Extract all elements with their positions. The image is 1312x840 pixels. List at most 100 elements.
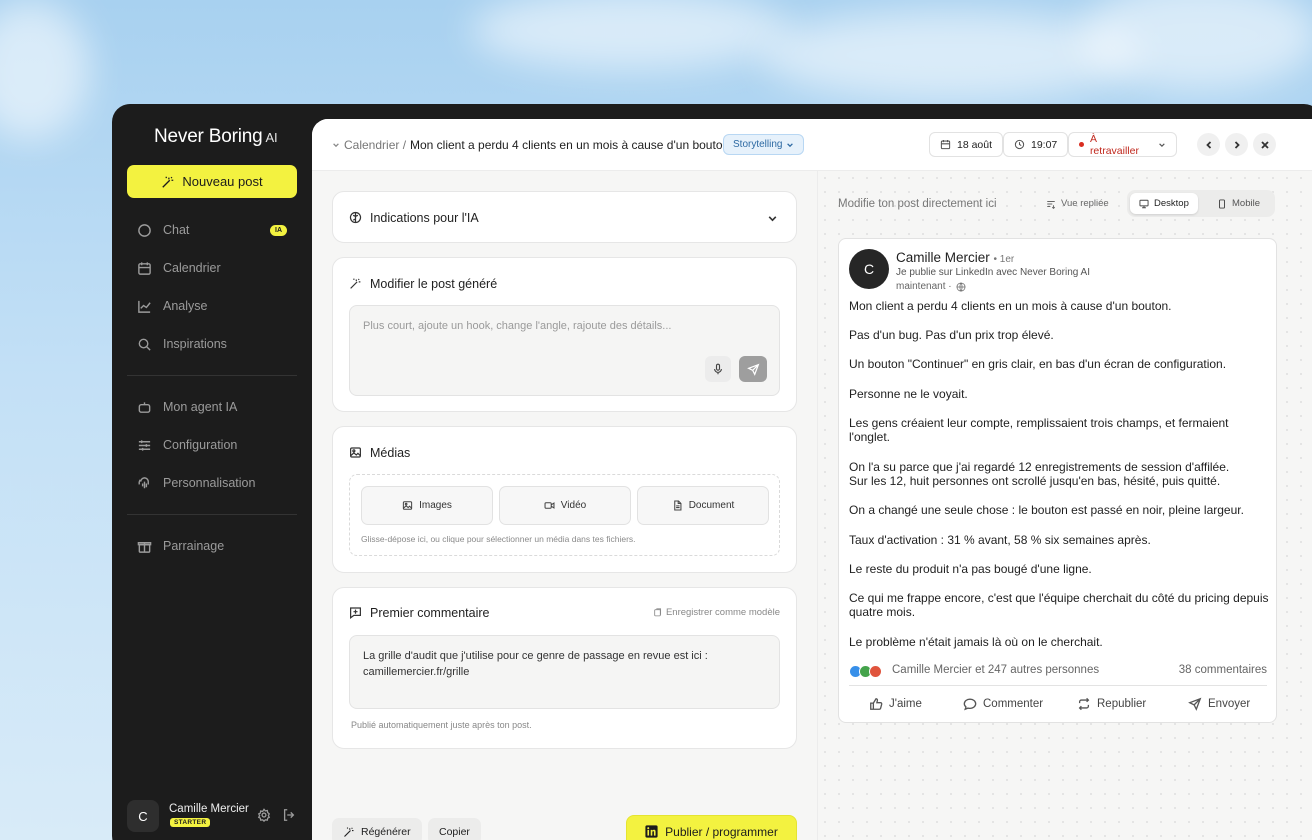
monitor-icon	[1139, 199, 1149, 208]
collapse-icon	[1047, 200, 1056, 209]
desktop-option[interactable]: Desktop	[1130, 193, 1198, 214]
sidebar: Never Boring AI Nouveau post Chat IA Cale…	[112, 104, 312, 840]
add-video-button[interactable]: Vidéo	[499, 486, 631, 525]
post-paragraph: Un bouton "Continuer" en gris clair, en …	[849, 357, 1227, 372]
post-paragraph: Le reste du produit n'a pas bougé d'une …	[849, 561, 1092, 576]
image-icon	[402, 501, 413, 510]
top-bar: Calendrier / Mon client a perdu 4 client…	[312, 119, 1312, 171]
sidebar-item-analytics[interactable]: Analyse	[137, 294, 287, 318]
post-paragraph: Ce qui me frappe encore, c'est que l'équ…	[849, 590, 1269, 620]
love-reaction-icon	[869, 665, 882, 678]
status-dot	[1079, 142, 1084, 147]
media-dropzone[interactable]: Images Vidéo Document Glisse-dépose ici,…	[349, 474, 780, 556]
thumbs-up-icon	[870, 698, 883, 710]
save-as-template-button[interactable]: Enregistrer comme modèle	[653, 607, 780, 618]
post-body[interactable]: Mon client a perdu 4 clients en un mois …	[849, 299, 1271, 664]
sidebar-item-inspirations[interactable]: Inspirations	[137, 332, 287, 356]
app-window: Never Boring AI Nouveau post Chat IA Cale…	[112, 104, 1312, 840]
post-paragraph: Pas d'un bug. Pas d'un prix trop élevé.	[849, 328, 1054, 343]
magic-wand-icon	[162, 176, 174, 188]
preview-column: Modifie ton post directement ici Vue rep…	[817, 171, 1312, 840]
calendar-icon	[940, 140, 951, 150]
date-picker[interactable]: 18 août	[929, 132, 1004, 157]
comment-button[interactable]: Commenter	[963, 697, 1043, 711]
post-paragraph: Les gens créaient leur compte, remplissa…	[849, 415, 1229, 445]
first-comment-input[interactable]: La grille d'audit que j'utilise pour ce …	[349, 635, 780, 709]
globe-icon	[956, 282, 966, 291]
reaction-icons	[849, 665, 889, 679]
new-post-button[interactable]: Nouveau post	[127, 165, 297, 198]
sidebar-item-referral[interactable]: Parrainage	[137, 534, 287, 558]
close-button[interactable]	[1253, 133, 1276, 156]
send-icon	[1188, 697, 1202, 711]
ia-badge: IA	[270, 224, 287, 236]
post-type-tag[interactable]: Storytelling	[723, 134, 805, 155]
sidebar-item-configuration[interactable]: Configuration	[137, 433, 287, 457]
ai-hints-card[interactable]: Indications pour l'IA	[332, 191, 797, 243]
copy-icon	[654, 608, 661, 617]
previous-button[interactable]	[1197, 133, 1220, 156]
clock-icon	[1014, 139, 1025, 150]
collapsed-view-button[interactable]: Vue repliée	[1046, 198, 1109, 209]
editor-column: Indications pour l'IA Modifier le post g…	[312, 171, 817, 840]
comment-icon	[963, 698, 977, 711]
like-button[interactable]: J'aime	[869, 697, 922, 711]
repost-button[interactable]: Republier	[1077, 697, 1146, 711]
add-images-button[interactable]: Images	[361, 486, 493, 525]
post-paragraph: On l'a su parce que j'ai regardé 12 enre…	[849, 459, 1230, 489]
magic-wand-icon	[350, 278, 361, 289]
sidebar-item-agent[interactable]: Mon agent IA	[137, 395, 287, 419]
image-icon	[350, 447, 361, 458]
sidebar-divider	[127, 375, 297, 376]
chevron-down-icon	[1159, 142, 1165, 147]
close-icon	[1260, 140, 1269, 149]
repost-icon	[1078, 697, 1090, 711]
post-paragraph: Taux d'activation : 31 % avant, 58 % six…	[849, 532, 1151, 547]
chat-icon	[138, 223, 151, 237]
send-icon	[746, 363, 759, 376]
device-toggle: Desktop Mobile	[1127, 190, 1275, 217]
post-time: maintenant ·	[896, 281, 966, 292]
mobile-option[interactable]: Mobile	[1208, 193, 1269, 214]
app-logo: Never Boring AI	[154, 126, 278, 147]
settings-icon[interactable]	[257, 808, 271, 822]
time-picker[interactable]: 19:07	[1003, 132, 1069, 157]
breadcrumb[interactable]: Calendrier /	[344, 138, 406, 152]
sidebar-item-calendar[interactable]: Calendrier	[137, 256, 287, 280]
chevron-down-icon[interactable]	[332, 141, 340, 149]
sidebar-item-personalization[interactable]: Personnalisation	[137, 471, 287, 495]
reactions-bar: Camille Mercier et 247 autres personnes …	[849, 664, 1267, 680]
post-paragraph: Mon client a perdu 4 clients en un mois …	[849, 299, 1172, 313]
sliders-icon	[138, 439, 151, 451]
status-select[interactable]: À retravailler	[1068, 132, 1177, 157]
avatar[interactable]: C	[127, 800, 159, 832]
edit-instructions-input[interactable]: Plus court, ajoute un hook, change l'ang…	[349, 305, 780, 396]
magic-wand-icon	[344, 826, 354, 837]
user-profile: C Camille Mercier STARTER	[127, 800, 307, 836]
author-headline: Je publie sur LinkedIn avec Never Boring…	[896, 267, 1090, 278]
add-document-button[interactable]: Document	[637, 486, 769, 525]
send-post-button[interactable]: Envoyer	[1188, 697, 1250, 711]
microphone-icon	[714, 363, 722, 375]
first-comment-card: Premier commentaire Enregistrer comme mo…	[332, 587, 797, 749]
microphone-button[interactable]	[705, 356, 731, 382]
regenerate-button[interactable]: Régénérer	[332, 818, 422, 840]
publish-button[interactable]: Publier / programmer	[626, 815, 797, 840]
logout-icon[interactable]	[282, 808, 296, 822]
media-card: Médias Images Vidéo Document Glisse-dépo	[332, 426, 797, 573]
sidebar-item-chat[interactable]: Chat IA	[137, 218, 287, 242]
main-panel: Calendrier / Mon client a perdu 4 client…	[312, 119, 1312, 840]
copy-button[interactable]: Copier	[428, 818, 481, 840]
next-button[interactable]	[1225, 133, 1248, 156]
comment-plus-icon	[350, 607, 361, 619]
sidebar-divider	[127, 514, 297, 515]
send-button[interactable]	[739, 356, 767, 382]
user-name: Camille Mercier	[169, 803, 249, 815]
chevron-down-icon	[787, 142, 794, 147]
plan-badge: STARTER	[170, 818, 211, 827]
chevron-left-icon	[1205, 140, 1211, 149]
video-icon	[544, 502, 555, 509]
page-title: Mon client a perdu 4 clients en un mois …	[410, 138, 730, 152]
chart-icon	[138, 300, 151, 313]
edit-post-card: Modifier le post généré Plus court, ajou…	[332, 257, 797, 412]
